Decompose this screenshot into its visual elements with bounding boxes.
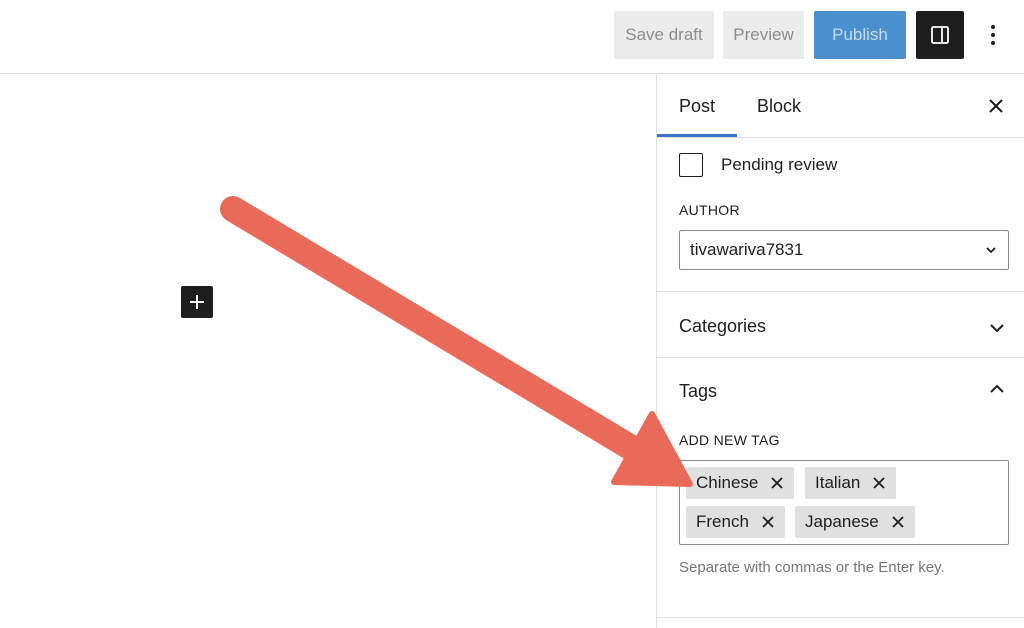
pending-review-row: Pending review: [679, 153, 837, 177]
pending-review-label: Pending review: [721, 155, 838, 174]
more-vertical-icon: [991, 25, 995, 45]
tag-token: French: [686, 506, 785, 538]
remove-tag-icon[interactable]: [891, 515, 905, 529]
pending-review-checkbox[interactable]: [679, 153, 703, 177]
tags-input[interactable]: Chinese Italian French Japanese: [679, 460, 1009, 545]
tab-block[interactable]: Block: [757, 75, 807, 137]
tag-label: Italian: [815, 473, 861, 492]
settings-sidebar-button[interactable]: [916, 11, 964, 59]
tag-label: French: [696, 512, 749, 531]
panel-divider: [657, 357, 1024, 358]
editor-canvas[interactable]: [0, 75, 656, 628]
add-new-tag-label: ADD NEW TAG: [679, 432, 780, 448]
tag-token: Chinese: [686, 467, 795, 499]
plus-icon: [190, 295, 204, 309]
settings-sidebar: Post Block Pending review AUTHOR tivawar…: [656, 75, 1024, 628]
remove-tag-icon[interactable]: [872, 476, 886, 490]
remove-tag-icon[interactable]: [770, 476, 784, 490]
remove-tag-icon[interactable]: [761, 515, 775, 529]
chevron-down-icon: [986, 247, 996, 254]
sidebar-tabs: Post Block: [657, 75, 1024, 138]
tab-post[interactable]: Post: [657, 75, 737, 137]
tags-help-text: Separate with commas or the Enter key.: [679, 559, 945, 576]
save-draft-button[interactable]: Save draft: [614, 11, 714, 59]
options-menu-button[interactable]: [978, 11, 1008, 59]
tag-label: Chinese: [696, 473, 759, 492]
publish-button[interactable]: Publish: [814, 11, 906, 59]
categories-panel-title[interactable]: Categories: [679, 316, 766, 337]
tag-token: Italian: [805, 467, 897, 499]
chevron-up-icon[interactable]: [988, 380, 1006, 398]
preview-button[interactable]: Preview: [723, 11, 804, 59]
author-select[interactable]: tivawariva7831: [679, 230, 1009, 270]
sidebar-toggle-icon: [931, 26, 949, 44]
chevron-down-icon[interactable]: [988, 319, 1006, 337]
tag-label: Japanese: [805, 512, 879, 531]
panel-divider: [657, 617, 1024, 618]
tags-panel-title[interactable]: Tags: [679, 381, 717, 402]
panel-divider: [657, 291, 1024, 292]
editor-header: Save draft Preview Publish: [0, 0, 1024, 74]
tag-token: Japanese: [795, 506, 915, 538]
close-icon[interactable]: [986, 96, 1006, 116]
block-inserter-button[interactable]: [181, 286, 213, 318]
author-label: AUTHOR: [679, 202, 740, 218]
author-value: tivawariva7831: [690, 240, 804, 259]
